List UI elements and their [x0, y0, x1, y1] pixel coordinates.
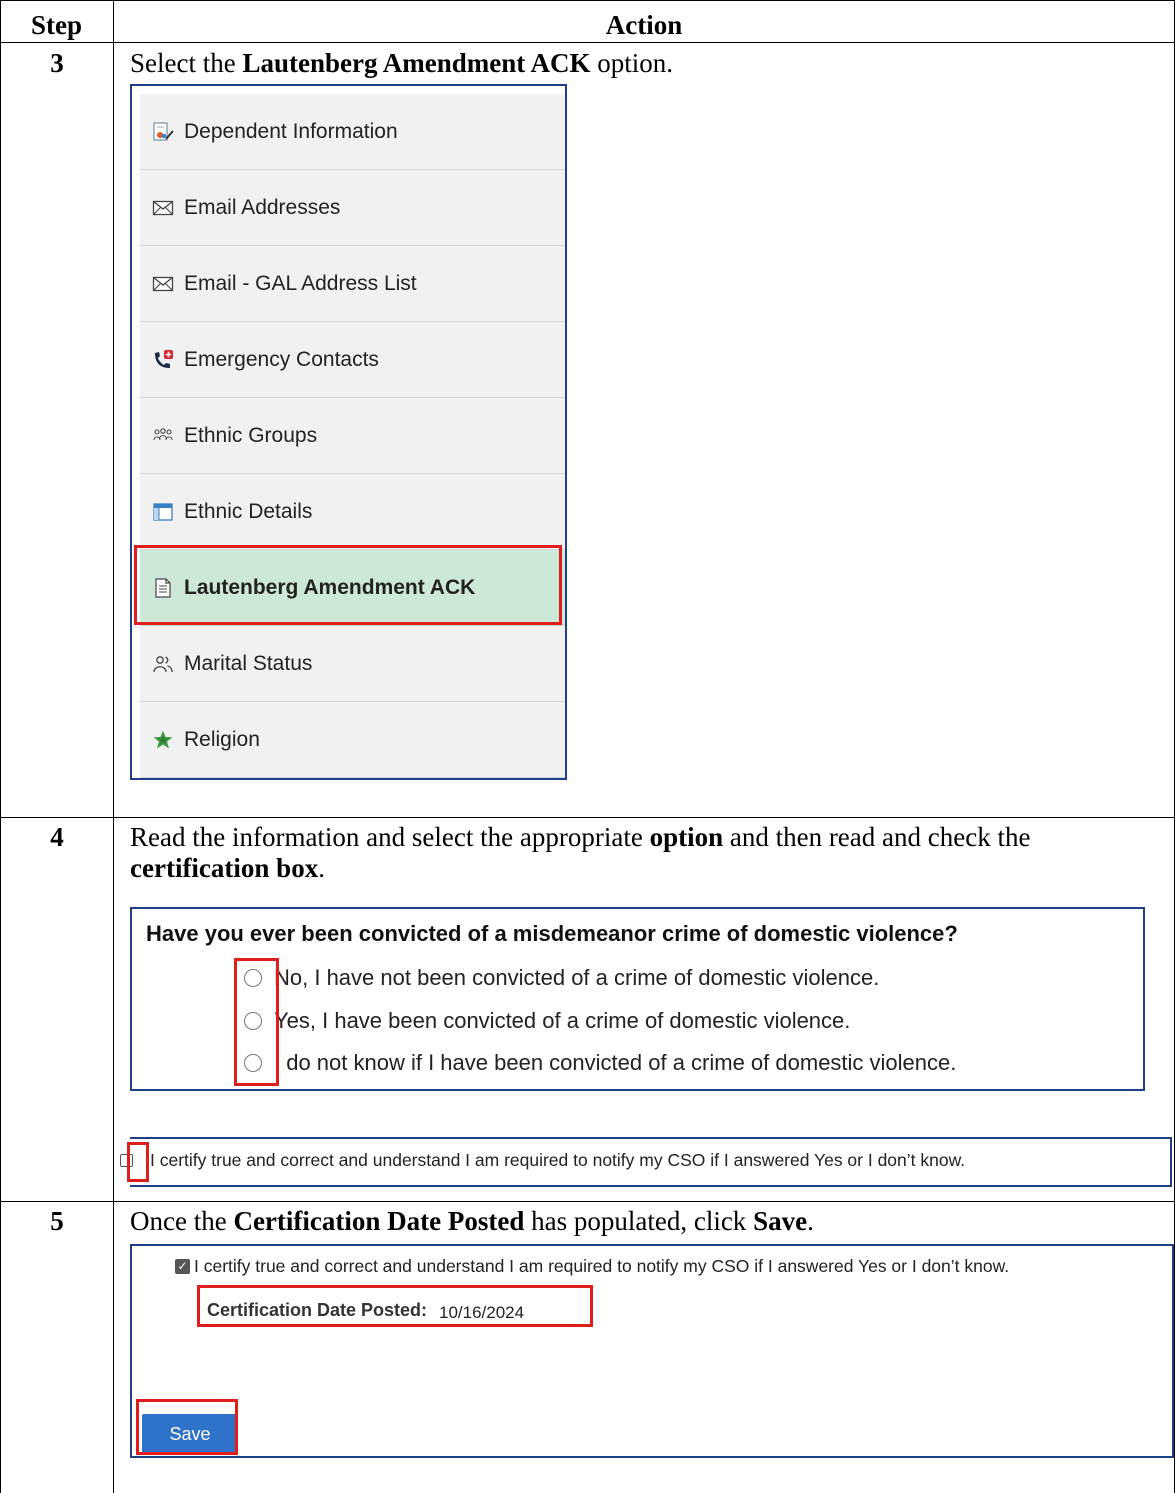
- menu-item-email-gal-address-list[interactable]: Email - GAL Address List: [140, 246, 565, 322]
- certification-text: I certify true and correct and understan…: [194, 1256, 1010, 1276]
- instruction-bold: Certification Date Posted: [233, 1206, 525, 1236]
- instruction-text: and then read and check the: [723, 822, 1031, 852]
- instruction-text: Read the information and select the appr…: [130, 822, 650, 852]
- step-number: 4: [50, 822, 64, 852]
- option-no[interactable]: No, I have not been convicted of a crime…: [244, 965, 879, 991]
- menu-item-label: Emergency Contacts: [184, 347, 379, 371]
- dependent-info-icon: [152, 121, 174, 143]
- menu-item-ethnic-details[interactable]: Ethnic Details: [140, 474, 565, 550]
- envelope-icon: [152, 273, 174, 295]
- step-instruction: Once the Certification Date Posted has p…: [130, 1206, 1170, 1237]
- menu-item-label: Dependent Information: [184, 119, 398, 143]
- table-border-left: [0, 0, 1, 1493]
- highlight-box: [134, 545, 562, 625]
- step-instruction: Read the information and select the appr…: [130, 822, 1170, 884]
- people-group-icon: [152, 425, 174, 447]
- option-yes[interactable]: Yes, I have been convicted of a crime of…: [244, 1008, 850, 1034]
- menu-item-label: Religion: [184, 727, 260, 751]
- header-divider: [0, 42, 1175, 43]
- menu-item-marital-status[interactable]: Marital Status: [140, 626, 565, 702]
- menu-item-label: Ethnic Groups: [184, 423, 318, 447]
- highlight-box: [197, 1285, 593, 1327]
- step-instruction: Select the Lautenberg Amendment ACK opti…: [130, 48, 1170, 79]
- header-step: Step: [30, 10, 82, 40]
- instruction-bold: Lautenberg Amendment ACK: [242, 48, 591, 78]
- highlight-box: [127, 1142, 149, 1182]
- menu-item-label: Email - GAL Address List: [184, 271, 417, 295]
- save-panel: ✓ I certify true and correct and underst…: [130, 1244, 1174, 1458]
- option-label: No, I have not been convicted of a crime…: [274, 965, 880, 990]
- menu-item-religion[interactable]: Religion: [140, 702, 565, 778]
- instruction-text: has populated, click: [524, 1206, 754, 1236]
- instruction-text: option.: [590, 48, 673, 78]
- instruction-bold: certification box: [130, 853, 319, 883]
- instruction-bold: option: [649, 822, 724, 852]
- table-icon: [152, 501, 174, 523]
- phone-medical-icon: [152, 349, 174, 371]
- instruction-text: .: [318, 853, 325, 883]
- header-action: Action: [605, 10, 683, 40]
- menu-item-email-addresses[interactable]: Email Addresses: [140, 170, 565, 246]
- step-number: 3: [50, 48, 64, 78]
- highlight-box: [234, 958, 279, 1086]
- personal-info-menu: Dependent Information Email Addresses Em…: [130, 84, 567, 780]
- menu-item-label: Email Addresses: [184, 195, 341, 219]
- instruction-text: Once the: [130, 1206, 234, 1236]
- menu-item-ethnic-groups[interactable]: Ethnic Groups: [140, 398, 565, 474]
- instruction-text: Select the: [130, 48, 243, 78]
- option-do-not-know[interactable]: I do not know if I have been convicted o…: [244, 1050, 956, 1076]
- certification-checkbox-checked[interactable]: ✓: [175, 1259, 190, 1274]
- instruction-bold: Save: [753, 1206, 808, 1236]
- instruction-text: .: [807, 1206, 814, 1236]
- two-people-icon: [152, 653, 174, 675]
- row-divider: [0, 1201, 1175, 1202]
- menu-item-label: Marital Status: [184, 651, 313, 675]
- row-divider: [0, 817, 1175, 818]
- step-number: 5: [50, 1206, 64, 1236]
- question-text: Have you ever been convicted of a misdem…: [146, 921, 958, 946]
- table-column-divider: [113, 0, 114, 1493]
- star-icon: [152, 729, 174, 751]
- certification-text: I certify true and correct and understan…: [150, 1150, 966, 1170]
- highlight-box: [136, 1399, 238, 1455]
- menu-item-emergency-contacts[interactable]: Emergency Contacts: [140, 322, 565, 398]
- conviction-question-panel: Have you ever been convicted of a misdem…: [130, 907, 1145, 1091]
- menu-item-dependent-information[interactable]: Dependent Information: [140, 94, 565, 170]
- option-label: Yes, I have been convicted of a crime of…: [274, 1008, 851, 1033]
- instruction-table: Step Action 3 Select the Lautenberg Amen…: [0, 0, 1175, 1493]
- certification-panel: I certify true and correct and understan…: [120, 1137, 1172, 1187]
- table-border-top: [0, 0, 1175, 1]
- menu-item-label: Ethnic Details: [184, 499, 313, 523]
- option-label: I do not know if I have been convicted o…: [274, 1050, 957, 1075]
- envelope-icon: [152, 197, 174, 219]
